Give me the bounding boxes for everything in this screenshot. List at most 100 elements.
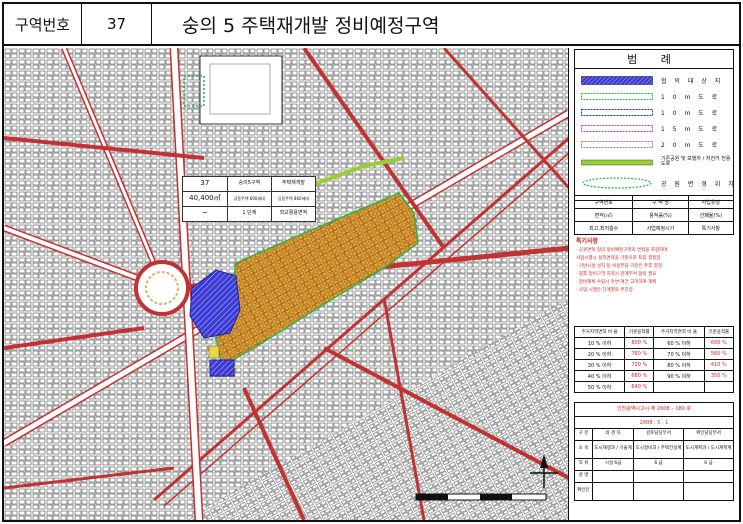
legend-item: 2 0 m 도 로 [581, 138, 720, 150]
far-cell: 20 % 이하 [573, 348, 626, 360]
far-cell: 90 % 이하 [653, 370, 705, 382]
legend-label: 2 0 m 도 로 [661, 141, 721, 149]
page-title: 숭의 5 주택재개발 정비예정구역 [182, 14, 440, 37]
approval-cell: 도시재생과 / 기술계 [591, 440, 635, 459]
far-cell [653, 381, 705, 393]
approval-cell: 소 속 [574, 440, 593, 459]
approval-cell: 6 급 [633, 458, 685, 471]
road-10m-blue-swatch-icon [581, 108, 653, 116]
overlay-cell: 37 [182, 176, 228, 192]
far-header: 주거지역면적 비 율 [653, 326, 705, 338]
far-table: 주거지역면적 비 율 기준용적률 주거지역면적 비 율 기준용적률 10 % 이… [573, 326, 735, 393]
note-line: 사업시행시 실측면적을 기준으로 최종 결정함 [576, 256, 661, 261]
notes-title: 특기사항 [576, 238, 599, 245]
far-header: 기준용적률 [703, 326, 735, 338]
approval-cell: 직 위 [574, 458, 593, 471]
far-cell: 640 % [624, 381, 655, 393]
approval-header: 검토담당부서 [633, 428, 685, 441]
far-cell [703, 381, 735, 393]
approval-cell: 시설 6급 [591, 458, 635, 471]
info-key-cell: 구역번호 [573, 195, 634, 209]
legend-label: 1 0 m 도 로 [661, 109, 721, 117]
far-cell: 410 % [703, 359, 735, 371]
district-no-label: 구역번호 [4, 4, 82, 44]
road-10m-green-swatch-icon [581, 92, 653, 100]
map-canvas[interactable] [4, 48, 569, 520]
scale-bar [415, 493, 547, 501]
district-no: 37 [82, 4, 152, 44]
approval-cell [683, 470, 734, 483]
map-area[interactable]: 37 숭의5구역 주택재개발 40,400㎡ 공동주택 600세대 공동주택 8… [4, 48, 569, 520]
approval-cell [683, 482, 734, 501]
consultation-area-small[interactable] [209, 359, 235, 377]
notice-number: 인천광역시고시 제 2008 – 180 호 [616, 406, 692, 412]
district-info-overlay: 37 숭의5구역 주택재개발 40,400㎡ 공동주택 600세대 공동주택 8… [182, 176, 317, 222]
far-cell: 680 % [624, 370, 655, 382]
overlay-cell: 공동주택 600세대 [226, 191, 272, 207]
legend-item: 1 5 m 도 로 [581, 122, 720, 134]
far-cell: 30 % 이하 [573, 359, 626, 371]
map-sheet: 구역번호 37 숭의 5 주택재개발 정비예정구역 37 숭의5구역 주택재개발… [2, 2, 741, 522]
legend-label: 협 의 대 상 지 [661, 77, 724, 85]
approval-cell [591, 470, 635, 483]
legend-label: 공 원 변 경 위 치 [661, 180, 737, 188]
info-key-cell: 면적(㎡) [573, 208, 634, 222]
info-key-cell: 최고,최저층수 [573, 221, 634, 235]
overlay-cell: ~ [182, 206, 228, 222]
legend-item: 공 원 변 경 위 치 [581, 175, 737, 191]
legend-label: 1 5 m 도 로 [661, 125, 721, 133]
note-line: · 공원면적 협의 정비예정구역의 면적을 포함하며 [576, 248, 668, 253]
note-line: · 향후 정비구역 지정시 관계부서 협의 필요 [576, 272, 657, 277]
note-line: · 기반시설 설치 등 비용부담 기준은 추후 결정 [576, 264, 662, 269]
legend: 협 의 대 상 지 1 0 m 도 로 1 0 m 도 로 1 5 m 도 로 [574, 69, 734, 201]
consultation-swatch-icon [581, 75, 653, 85]
overlay-cell: 공동주택 860세대 [270, 191, 317, 207]
notice-box: 인천광역시고시 제 2008 – 180 호 2008 . 5 . 1 [574, 402, 734, 428]
far-cell: 50 % 이하 [573, 381, 626, 393]
district-info-key: 구역번호 구 역 명 사업유형 면적(㎡) 용적률(%) 건폐율(%) 최고,최… [573, 195, 735, 235]
far-cell: 10 % 이하 [573, 337, 626, 349]
approval-cell: 성 명 [574, 470, 593, 483]
info-key-cell: 용적률(%) [632, 208, 689, 222]
note-line: · 정비계획 수립시 주변 여건 고려하여 계획 [576, 280, 657, 285]
approval-cell: 도시계획과 / 도시계획계 [683, 440, 734, 459]
legend-item: 협 의 대 상 지 [581, 74, 723, 86]
park-path-swatch-icon [581, 159, 653, 165]
overlay-cell: 학교활용면적 [270, 206, 317, 222]
approval-cell: 도시정비과 / 주택건설계 [633, 440, 685, 459]
far-cell: 60 % 이하 [653, 337, 705, 349]
park-change-swatch-icon [582, 177, 652, 189]
approval-header: 구 분 [574, 428, 593, 441]
legend-label: 1 0 m 도 로 [661, 93, 721, 101]
side-panel: 범 례 협 의 대 상 지 1 0 m 도 로 1 0 m 도 로 1 5 m … [570, 48, 739, 520]
approval-cell [633, 470, 685, 483]
legend-item: 1 0 m 도 로 [581, 106, 720, 118]
far-cell: 600 % [703, 337, 735, 349]
legend-title: 범 례 [574, 49, 734, 69]
far-cell: 560 % [703, 348, 735, 360]
approval-cell: 확인인 [574, 482, 593, 501]
approval-cell: 6 급 [683, 458, 734, 471]
info-key-cell: 사업예정시기 [632, 221, 689, 235]
far-header: 기준용적률 [624, 326, 655, 338]
special-notes: 특기사항 · 공원면적 협의 정비예정구역의 면적을 포함하며 사업시행시 실측… [576, 238, 734, 295]
far-cell: 720 % [624, 359, 655, 371]
info-key-cell: 건폐율(%) [687, 208, 735, 222]
info-key-cell: 특기사항 [687, 221, 735, 235]
road-15m-swatch-icon [581, 124, 653, 132]
info-key-cell: 사업유형 [687, 195, 735, 209]
approval-cell [633, 482, 685, 501]
approval-table: 구 분 의 견 자 검토담당부서 확인담당부서 소 속 도시재생과 / 기술계 … [574, 428, 734, 501]
approval-cell [591, 482, 635, 501]
note-line: · 사업 시행은 단계별로 추진함 [576, 288, 633, 293]
far-cell: 70 % 이하 [653, 348, 705, 360]
overlay-cell: 1 단계 [226, 206, 272, 222]
rotary [134, 260, 190, 316]
far-header: 주거지역면적 비 율 [573, 326, 626, 338]
overlay-cell: 40,400㎡ [182, 191, 228, 207]
far-cell: 350 % [703, 370, 735, 382]
legend-item: 기존공원 및 보행자 / 자전거 전용도로 [581, 154, 731, 170]
far-cell: 40 % 이하 [573, 370, 626, 382]
approval-header: 확인담당부서 [683, 428, 734, 441]
overlay-cell: 숭의5구역 [226, 176, 272, 192]
